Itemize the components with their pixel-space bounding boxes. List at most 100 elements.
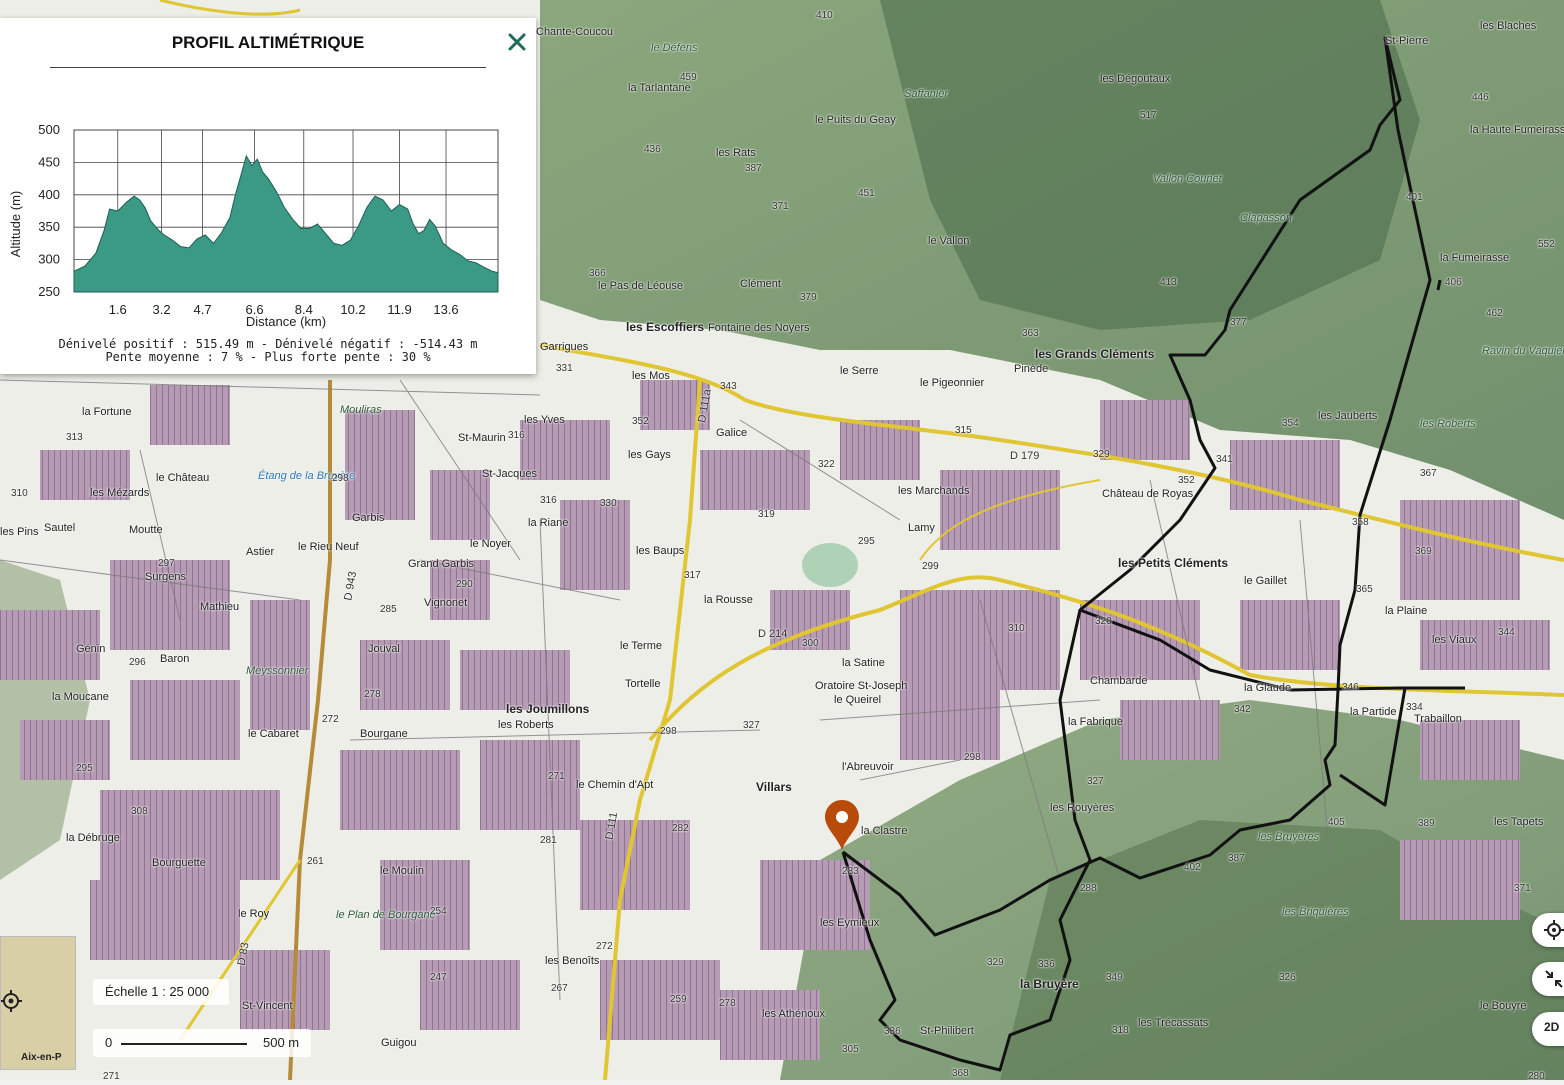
elevation-label: 327: [743, 720, 760, 731]
elevation-label: 331: [556, 363, 573, 374]
y-axis-ticks: 250 300 350 400 450 500: [38, 122, 60, 299]
place-label: les Eymieux: [820, 917, 880, 929]
place-label: Lamy: [908, 522, 935, 534]
place-label: la Satine: [842, 657, 885, 669]
elevation-label: 259: [670, 994, 687, 1005]
place-label: le Terme: [620, 640, 662, 652]
elevation-label: 316: [508, 430, 525, 441]
elevation-label: 330: [600, 498, 617, 509]
elevation-label: 336: [884, 1026, 901, 1037]
stats-slope: Pente moyenne : 7 % - Plus forte pente :…: [105, 350, 431, 364]
elevation-label: 346: [1342, 682, 1359, 693]
fullscreen-button[interactable]: [1532, 962, 1564, 996]
close-icon[interactable]: [505, 30, 529, 54]
place-label: le Cabaret: [248, 728, 299, 740]
place-label: Tortelle: [625, 678, 661, 690]
place-label: les Joumillons: [506, 702, 590, 716]
road-label: D 214: [758, 628, 788, 640]
x-tick-label: 10.2: [340, 302, 365, 317]
place-label: la Rousse: [704, 594, 753, 606]
place-label: le Gaillet: [1244, 575, 1287, 587]
profile-stats: Dénivelé positif : 515.49 m - Dénivelé n…: [0, 338, 536, 364]
place-label: le Pigeonnier: [920, 377, 985, 389]
elevation-label: 459: [680, 72, 697, 83]
elevation-label: 282: [672, 823, 689, 834]
view-mode-button[interactable]: 2D: [1532, 1012, 1564, 1046]
elevation-label: 298: [964, 752, 981, 763]
place-label: le Rieu Neuf: [298, 541, 359, 553]
overview-minimap[interactable]: Aix-en-P: [0, 936, 76, 1070]
place-label: les Baups: [636, 545, 685, 557]
elevation-label: 352: [1178, 475, 1195, 486]
place-label: Villars: [756, 780, 792, 794]
place-label: les Rats: [716, 147, 756, 159]
elevation-label: 295: [858, 536, 875, 547]
place-label: Jouval: [368, 643, 400, 655]
place-label: le Château: [156, 472, 210, 484]
elevation-profile-panel: PROFIL ALTIMÉTRIQUE 250 300 350 400 450 500 1…: [0, 18, 536, 374]
scale-ratio: Échelle 1 : 25 000: [93, 979, 229, 1005]
place-label: St-Jacques: [482, 468, 538, 480]
elevation-label: 320: [1095, 616, 1112, 627]
place-label: St-Vincent: [242, 1000, 293, 1012]
elevation-label: 327: [1087, 776, 1104, 787]
place-label: Chambarde: [1090, 675, 1148, 687]
elevation-label: 272: [596, 941, 613, 952]
y-tick-label: 400: [38, 187, 60, 202]
x-tick-label: 3.2: [152, 302, 170, 317]
place-label: la Haute Fumeirasse: [1470, 124, 1564, 136]
place-label: le Vallon: [928, 235, 970, 247]
place-label: la Fabrique: [1068, 716, 1124, 728]
y-axis-label: Altitude (m): [8, 191, 23, 257]
elevation-label: 363: [1022, 328, 1039, 339]
elevation-label: 317: [684, 570, 701, 581]
elevation-label: 308: [131, 806, 148, 817]
locate-button[interactable]: [1532, 913, 1564, 947]
place-label: Ravin du Vaquier: [1482, 345, 1564, 357]
place-label: Mathieu: [200, 601, 240, 613]
y-tick-label: 350: [38, 219, 60, 234]
place-label: les Bruyères: [1258, 831, 1320, 843]
elevation-label: 310: [1008, 623, 1025, 634]
x-tick-label: 13.6: [433, 302, 458, 317]
elevation-label: 278: [719, 998, 736, 1009]
place-label: Astier: [246, 546, 275, 558]
elevation-area: [73, 154, 499, 293]
elevation-label: 341: [1216, 454, 1233, 465]
elevation-label: 285: [380, 604, 397, 615]
elevation-label: 254: [430, 906, 447, 917]
place-label: les Jauberts: [1318, 410, 1378, 422]
place-label: Clément: [740, 278, 781, 290]
elevation-label: 377: [1230, 317, 1247, 328]
elevation-label: 318: [1112, 1025, 1129, 1036]
place-label: les Athénoux: [762, 1008, 825, 1020]
place-label: les Viaux: [1432, 634, 1477, 646]
elevation-label: 278: [364, 689, 381, 700]
crosshair-icon[interactable]: [0, 987, 27, 1015]
place-label: Oratoire St-Joseph: [815, 680, 908, 692]
elevation-label: 329: [1093, 449, 1110, 460]
place-label: les Benoîts: [545, 955, 600, 967]
place-label: Meyssonnier: [246, 665, 309, 677]
place-label: Vignonet: [424, 597, 468, 609]
place-label: Clapasson: [1240, 212, 1292, 224]
elevation-label: 247: [430, 972, 447, 983]
elevation-label: 451: [858, 188, 875, 199]
elevation-label: 283: [842, 866, 859, 877]
place-label: les Rouyères: [1050, 802, 1115, 814]
elevation-label: 387: [1228, 853, 1245, 864]
place-label: l'Abreuvoir: [842, 761, 894, 773]
view-mode-label: 2D: [1544, 1020, 1560, 1034]
elevation-label: 295: [76, 763, 93, 774]
elevation-chart: 250300350400450500 1.6 3.2 4.7 6.6 8.4 10.2 11…: [8, 122, 499, 329]
elevation-label: 290: [456, 579, 473, 590]
place-label: le Queirel: [834, 694, 882, 706]
elevation-label: 298: [332, 473, 349, 484]
place-label: la Glaude: [1244, 682, 1292, 694]
place-label: le Serre: [840, 365, 879, 377]
elevation-label: 369: [1415, 546, 1432, 557]
place-label: la Débruge: [66, 832, 120, 844]
place-label: la Fumeirasse: [1440, 252, 1510, 264]
elevation-label: 299: [922, 561, 939, 572]
place-label: Mouliras: [340, 404, 382, 416]
